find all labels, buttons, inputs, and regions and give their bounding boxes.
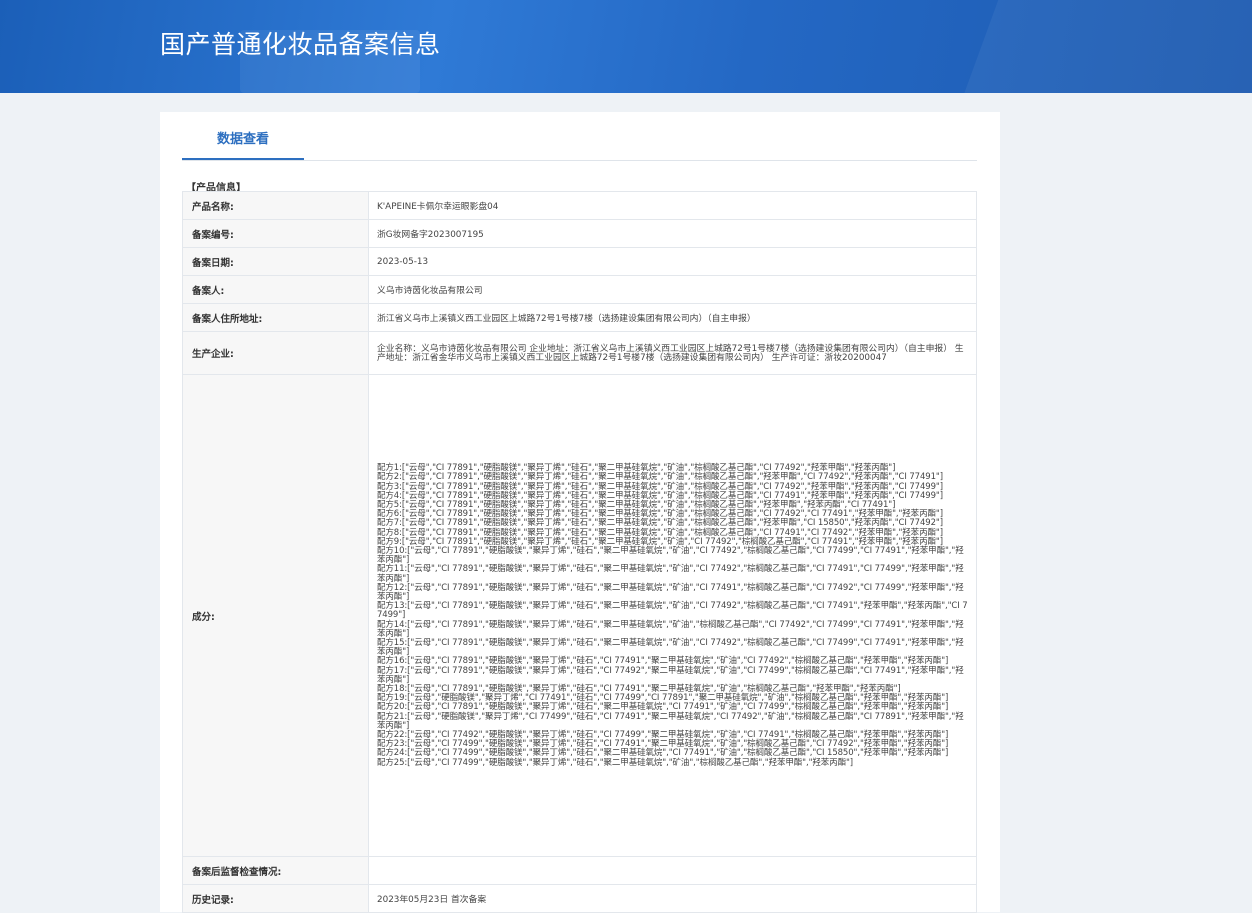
table-row-manufacturer: 生产企业: 企业名称：义乌市诗茵化妆品有限公司 企业地址：浙江省义乌市上溪镇义西… — [182, 331, 977, 375]
row-label: 备案人住所地址: — [182, 303, 369, 332]
formula-line: 配方15:["云母","CI 77891","硬脂酸镁","聚异丁烯","硅石"… — [377, 638, 964, 658]
formula-line: 配方21:["云母","硬脂酸镁","聚异丁烯","CI 77499","硅石"… — [377, 711, 964, 731]
table-row-product-name: 产品名称: K'APEINE卡佩尔幸运眼影盘04 — [182, 191, 977, 220]
table-row-record-no: 备案编号: 浙G妆网备字2023007195 — [182, 219, 977, 248]
tab-data-view[interactable]: 数据查看 — [182, 130, 304, 160]
record-date-value: 2023-05-13 — [368, 247, 977, 276]
table-row-registrant: 备案人: 义乌市诗茵化妆品有限公司 — [182, 275, 977, 304]
formula-line: 配方11:["云母","CI 77891","硬脂酸镁","聚异丁烯","硅石"… — [377, 564, 964, 584]
registrant-value: 义乌市诗茵化妆品有限公司 — [368, 275, 977, 304]
table-row-registrant-address: 备案人住所地址: 浙江省义乌市上溪镇义西工业园区上城路72号1号楼7楼（选扬建设… — [182, 303, 977, 332]
table-row-post-supervision: 备案后监督检查情况: — [182, 856, 977, 885]
page-header: 国产普通化妆品备案信息 — [0, 0, 1252, 93]
formula-line: 配方25:["云母","CI 77499","硬脂酸镁","聚异丁烯","硅石"… — [377, 757, 854, 768]
product-info-table: 产品名称: K'APEINE卡佩尔幸运眼影盘04 备案编号: 浙G妆网备字202… — [182, 191, 977, 913]
row-label: 成分: — [182, 374, 369, 857]
formula-line: 配方17:["云母","CI 77891","硬脂酸镁","聚异丁烯","硅石"… — [377, 665, 964, 685]
content-card: 数据查看 【产品信息】 产品名称: K'APEINE卡佩尔幸运眼影盘04 备案编… — [160, 112, 1000, 913]
formula-line: 配方10:["云母","CI 77891","硬脂酸镁","聚异丁烯","硅石"… — [377, 545, 964, 566]
post-supervision-value — [368, 856, 977, 885]
table-row-record-date: 备案日期: 2023-05-13 — [182, 247, 977, 276]
row-label: 备案编号: — [182, 219, 369, 248]
tab-bar: 数据查看 — [182, 130, 977, 161]
row-label: 备案日期: — [182, 247, 369, 276]
record-no-value: 浙G妆网备字2023007195 — [368, 219, 977, 248]
ingredients-value: 配方1:["云母","CI 77891","硬脂酸镁","聚异丁烯","硅石",… — [368, 374, 977, 857]
header-decoration — [954, 0, 1252, 93]
registrant-address-value: 浙江省义乌市上溪镇义西工业园区上城路72号1号楼7楼（选扬建设集团有限公司内）（… — [368, 303, 977, 332]
formula-line: 配方12:["云母","CI 77891","硬脂酸镁","聚异丁烯","硅石"… — [377, 582, 964, 602]
history-value: 2023年05月23日 首次备案 — [368, 884, 977, 913]
product-name-value: K'APEINE卡佩尔幸运眼影盘04 — [368, 191, 977, 220]
formula-line: 配方14:["云母","CI 77891","硬脂酸镁","聚异丁烯","硅石"… — [377, 619, 964, 639]
page-title: 国产普通化妆品备案信息 — [160, 30, 441, 59]
formula-line: 配方13:["云母","CI 77891","硬脂酸镁","聚异丁烯","硅石"… — [377, 601, 968, 621]
manufacturer-value: 企业名称：义乌市诗茵化妆品有限公司 企业地址：浙江省义乌市上溪镇义西工业园区上城… — [368, 331, 977, 375]
row-label: 历史记录: — [182, 884, 369, 913]
table-row-ingredients: 成分: 配方1:["云母","CI 77891","硬脂酸镁","聚异丁烯","… — [182, 374, 977, 857]
table-row-history: 历史记录: 2023年05月23日 首次备案 — [182, 884, 977, 913]
row-label: 产品名称: — [182, 191, 369, 220]
row-label: 生产企业: — [182, 331, 369, 375]
row-label: 备案人: — [182, 275, 369, 304]
row-label: 备案后监督检查情况: — [182, 856, 369, 885]
